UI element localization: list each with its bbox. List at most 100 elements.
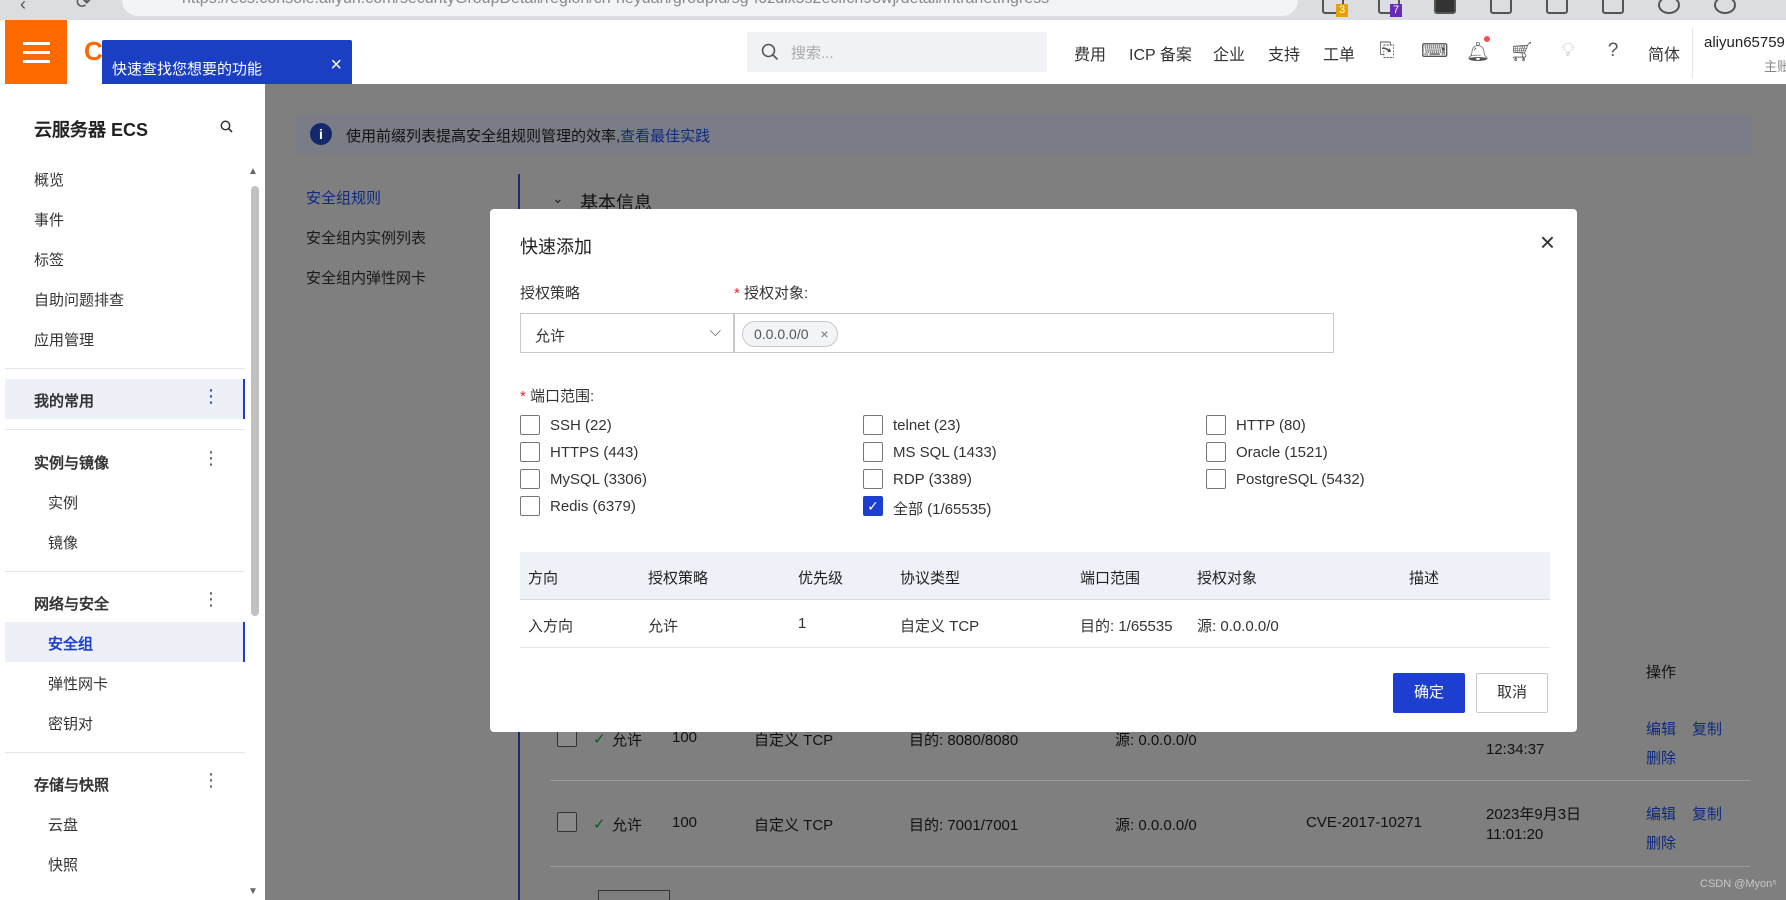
scroll-up-arrow-icon[interactable]: ▲ bbox=[248, 166, 258, 177]
terminal-icon[interactable]: ⌨ bbox=[1421, 40, 1448, 63]
puzzle-icon[interactable] bbox=[1490, 0, 1512, 14]
checkbox[interactable] bbox=[1206, 469, 1226, 489]
more-dots-icon[interactable]: ⋮ bbox=[202, 589, 220, 610]
port-checkbox-oracle[interactable]: Oracle (1521) bbox=[1206, 442, 1506, 464]
nav-link-ticket[interactable]: 工单 bbox=[1323, 41, 1355, 65]
cart-icon[interactable]: 🛒︎ bbox=[1510, 40, 1534, 64]
port-checkbox-mssql[interactable]: MS SQL (1433) bbox=[863, 442, 1163, 464]
required-mark: * bbox=[520, 388, 531, 405]
user-account-type: 主账 bbox=[1764, 59, 1786, 74]
port-option-label: telnet (23) bbox=[893, 417, 961, 434]
port-checkbox-rdp[interactable]: RDP (3389) bbox=[863, 469, 1163, 491]
checkbox[interactable] bbox=[520, 496, 540, 516]
checkbox[interactable] bbox=[1206, 415, 1226, 435]
search-icon bbox=[761, 43, 779, 61]
port-range-label: * 端口范围: bbox=[520, 385, 594, 406]
edit-link[interactable]: 编辑 bbox=[1646, 803, 1676, 824]
cancel-button[interactable]: 取消 bbox=[1476, 673, 1548, 713]
sidebar-item-disk[interactable]: 云盘 bbox=[48, 814, 78, 835]
delete-link[interactable]: 删除 bbox=[1646, 747, 1676, 768]
close-icon[interactable]: × bbox=[330, 54, 342, 77]
sidebar-item-keypair[interactable]: 密钥对 bbox=[48, 713, 93, 734]
best-practice-link[interactable]: 查看最佳实践 bbox=[620, 128, 710, 145]
url-bar[interactable]: https://ecs.console.aliyun.com/securityG… bbox=[122, 0, 1298, 16]
tab-eni-list[interactable]: 安全组内弹性网卡 bbox=[306, 267, 426, 288]
sidepanel-icon[interactable] bbox=[1546, 0, 1568, 14]
back-icon[interactable]: ‹ bbox=[20, 0, 26, 15]
sidebar-item-app-management[interactable]: 应用管理 bbox=[34, 329, 94, 350]
port-checkbox-mysql[interactable]: MySQL (3306) bbox=[520, 469, 820, 491]
nav-link-icp[interactable]: ICP 备案 bbox=[1129, 41, 1192, 65]
sidebar-item-images[interactable]: 镜像 bbox=[48, 532, 78, 553]
port-checkbox-all[interactable]: ✓ 全部 (1/65535) bbox=[863, 496, 1163, 518]
checkbox[interactable] bbox=[1206, 442, 1226, 462]
nav-link-enterprise[interactable]: 企业 bbox=[1213, 41, 1245, 65]
tab-security-group-rules[interactable]: 安全组规则 bbox=[306, 187, 381, 208]
profile-icon[interactable] bbox=[1658, 0, 1680, 14]
settings-icon[interactable] bbox=[1714, 0, 1736, 14]
search-icon[interactable] bbox=[220, 120, 233, 133]
sidebar-item-tags[interactable]: 标签 bbox=[34, 249, 64, 270]
sidebar-item-snapshot[interactable]: 快照 bbox=[48, 854, 78, 875]
api-icon[interactable]: ⎘ bbox=[1375, 40, 1399, 62]
sidebar-item-security-group[interactable]: 安全组 bbox=[48, 633, 93, 654]
tag-remove-icon[interactable]: × bbox=[820, 322, 828, 346]
nav-link-support[interactable]: 支持 bbox=[1268, 41, 1300, 65]
policy-select[interactable]: 允许 ⌵ bbox=[520, 313, 734, 353]
table-cell: 自定义 TCP bbox=[900, 618, 980, 635]
port-checkbox-https[interactable]: HTTPS (443) bbox=[520, 442, 820, 464]
checkbox[interactable] bbox=[520, 469, 540, 489]
sidebar-group-network-security[interactable]: 网络与安全 bbox=[34, 593, 109, 614]
checkbox-checked[interactable]: ✓ bbox=[863, 496, 883, 516]
sidebar-group-instances[interactable]: 实例与镜像 bbox=[34, 452, 109, 473]
close-icon[interactable]: × bbox=[1540, 227, 1555, 258]
pagination-box[interactable] bbox=[598, 890, 670, 900]
bell-icon[interactable]: 🔔︎ bbox=[1466, 40, 1490, 64]
sidebar-group-my-common[interactable]: 我的常用 bbox=[34, 390, 94, 411]
port-checkbox-http[interactable]: HTTP (80) bbox=[1206, 415, 1506, 437]
sidebar-item-eni[interactable]: 弹性网卡 bbox=[48, 673, 108, 694]
more-dots-icon[interactable]: ⋮ bbox=[202, 770, 220, 791]
checkbox[interactable] bbox=[520, 442, 540, 462]
chevron-down-icon[interactable]: ⌄ bbox=[552, 190, 564, 207]
language-switch[interactable]: 简体 bbox=[1648, 41, 1680, 65]
reload-icon[interactable]: ⟳ bbox=[76, 0, 91, 13]
sidebar-item-troubleshoot[interactable]: 自助问题排查 bbox=[34, 289, 124, 310]
sidebar-item-overview[interactable]: 概览 bbox=[34, 169, 64, 190]
checkbox[interactable] bbox=[863, 469, 883, 489]
user-account[interactable]: aliyun65759 bbox=[1704, 34, 1785, 51]
sidebar-group-storage[interactable]: 存储与快照 bbox=[34, 774, 109, 795]
checkbox[interactable] bbox=[863, 442, 883, 462]
download-icon[interactable] bbox=[1602, 0, 1624, 14]
global-search-input[interactable]: 搜索... bbox=[747, 32, 1047, 72]
sidebar-item-instances[interactable]: 实例 bbox=[48, 492, 78, 513]
port-checkbox-redis[interactable]: Redis (6379) bbox=[520, 496, 820, 518]
extension-icon[interactable] bbox=[1434, 0, 1456, 14]
copy-link[interactable]: 复制 bbox=[1692, 718, 1722, 739]
row-checkbox[interactable] bbox=[557, 812, 577, 832]
scroll-down-arrow-icon[interactable]: ▼ bbox=[248, 886, 258, 897]
port-checkbox-telnet[interactable]: telnet (23) bbox=[863, 415, 1163, 437]
aliyun-logo[interactable]: C bbox=[84, 36, 103, 67]
port-checkbox-postgresql[interactable]: PostgreSQL (5432) bbox=[1206, 469, 1506, 491]
port-option-label: PostgreSQL (5432) bbox=[1236, 471, 1365, 488]
port-checkbox-ssh[interactable]: SSH (22) bbox=[520, 415, 820, 437]
nav-link-billing[interactable]: 费用 bbox=[1074, 41, 1106, 65]
confirm-button[interactable]: 确定 bbox=[1393, 673, 1465, 713]
sidebar-scrollbar[interactable] bbox=[251, 186, 259, 616]
object-input[interactable]: 0.0.0.0/0 × bbox=[734, 313, 1334, 353]
tab-instance-list[interactable]: 安全组内实例列表 bbox=[306, 227, 426, 248]
more-dots-icon[interactable]: ⋮ bbox=[202, 386, 220, 407]
watermark: CSDN @Myon⁵ bbox=[1700, 878, 1777, 890]
help-icon[interactable]: ? bbox=[1601, 40, 1625, 62]
column-header: 描述 bbox=[1409, 570, 1440, 587]
edit-link[interactable]: 编辑 bbox=[1646, 718, 1676, 739]
delete-link[interactable]: 删除 bbox=[1646, 832, 1676, 853]
copy-link[interactable]: 复制 bbox=[1692, 803, 1722, 824]
hamburger-menu-button[interactable] bbox=[5, 20, 67, 84]
more-dots-icon[interactable]: ⋮ bbox=[202, 448, 220, 469]
checkbox[interactable] bbox=[863, 415, 883, 435]
lightbulb-icon[interactable]: 💡︎ bbox=[1556, 40, 1580, 62]
checkbox[interactable] bbox=[520, 415, 540, 435]
sidebar-item-events[interactable]: 事件 bbox=[34, 209, 64, 230]
